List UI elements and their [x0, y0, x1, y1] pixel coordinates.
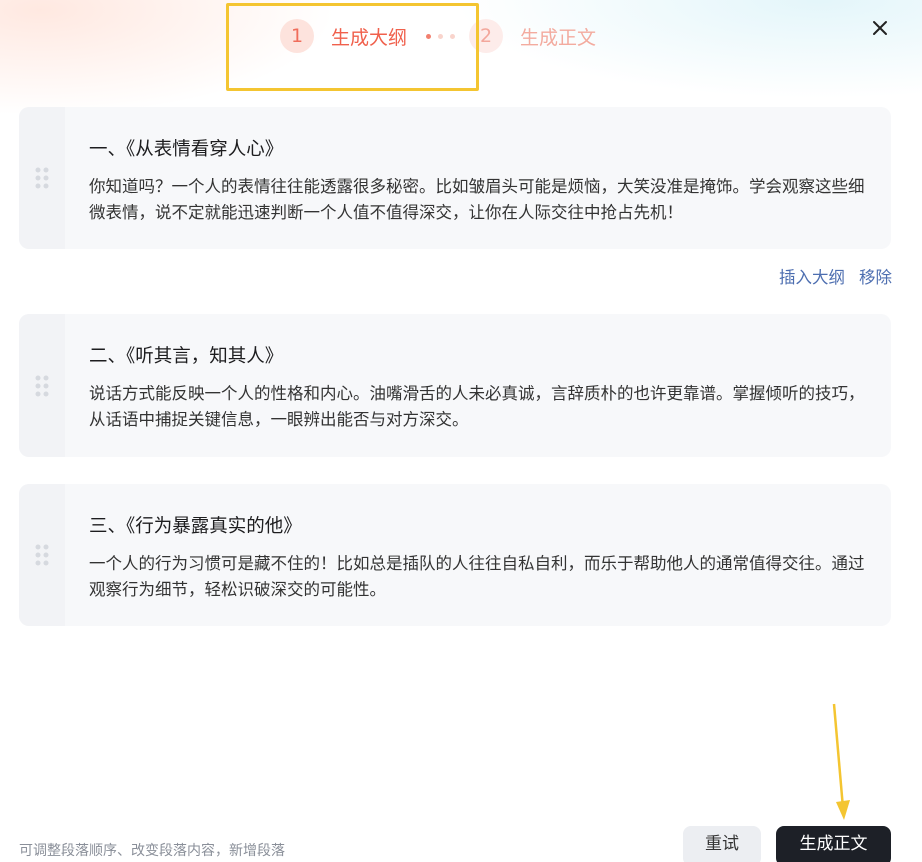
drag-handle[interactable] [19, 107, 65, 249]
footer-hint: 可调整段落顺序、改变段落内容，新增段落 [19, 843, 285, 859]
outline-card-1[interactable]: 一、《从表情看穿人心》 你知道吗？一个人的表情往往能透露很多秘密。比如皱眉头可能… [19, 107, 891, 249]
section-text[interactable]: 一个人的行为习惯可是藏不住的！比如总是插队的人往往自私自利，而乐于帮助他人的通常… [89, 551, 871, 603]
drag-handle-icon [35, 167, 49, 189]
step-highlight-annotation [226, 3, 479, 91]
remove-link[interactable]: 移除 [859, 264, 892, 288]
drag-handle[interactable] [19, 484, 65, 626]
arrow-down-icon [832, 703, 850, 820]
section-title[interactable]: 三、《行为暴露真实的他》 [89, 515, 871, 539]
step-2-label: 生成正文 [520, 26, 597, 49]
insert-outline-link[interactable]: 插入大纲 [779, 264, 845, 288]
card-actions: 插入大纲 移除 [779, 264, 892, 288]
retry-button[interactable]: 重试 [683, 826, 761, 862]
close-icon [873, 21, 887, 35]
outline-card-2[interactable]: 二、《听其言，知其人》 说话方式能反映一个人的性格和内心。油嘴滑舌的人未必真诚，… [19, 314, 891, 457]
section-text[interactable]: 你知道吗？一个人的表情往往能透露很多秘密。比如皱眉头可能是烦恼，大笑没准是掩饰。… [89, 174, 871, 226]
generate-body-button[interactable]: 生成正文 [776, 826, 891, 862]
drag-handle-icon [35, 544, 49, 566]
section-title[interactable]: 一、《从表情看穿人心》 [89, 138, 871, 162]
section-text[interactable]: 说话方式能反映一个人的性格和内心。油嘴滑舌的人未必真诚，言辞质朴的也许更靠谱。掌… [89, 381, 871, 433]
section-title[interactable]: 二、《听其言，知其人》 [89, 345, 871, 369]
step-body[interactable]: 2 生成正文 [469, 19, 596, 53]
outline-card-3[interactable]: 三、《行为暴露真实的他》 一个人的行为习惯可是藏不住的！比如总是插队的人往往自私… [19, 484, 891, 626]
drag-handle-icon [35, 375, 49, 396]
close-button[interactable] [866, 14, 894, 42]
drag-handle[interactable] [19, 314, 65, 457]
